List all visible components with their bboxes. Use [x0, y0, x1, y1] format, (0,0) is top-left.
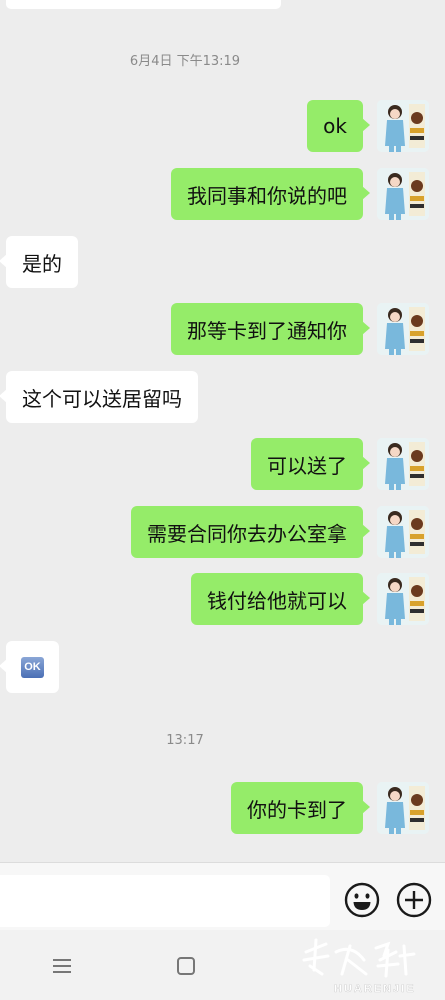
- timestamp: 13:17: [166, 733, 204, 748]
- message-input[interactable]: [0, 875, 330, 927]
- smiley-icon: [344, 882, 380, 918]
- message-text: 是的: [22, 251, 62, 276]
- chat-message-list[interactable]: 6月4日 下午13:19 ok 我同事和你说的吧 是的 那等卡到了通知你 这个可…: [0, 0, 445, 862]
- outgoing-message[interactable]: 那等卡到了通知你: [171, 303, 370, 355]
- user-avatar[interactable]: [377, 782, 429, 834]
- message-text: 这个可以送居留吗: [22, 386, 182, 411]
- input-bar: [0, 862, 445, 930]
- outgoing-message[interactable]: 钱付给他就可以: [191, 573, 370, 625]
- user-avatar[interactable]: [377, 573, 429, 625]
- partial-message-bubble: [6, 0, 281, 9]
- home-button[interactable]: [172, 952, 200, 980]
- more-button[interactable]: [395, 881, 433, 919]
- message-text: 需要合同你去办公室拿: [147, 521, 347, 546]
- user-avatar[interactable]: [377, 100, 429, 152]
- user-avatar[interactable]: [377, 303, 429, 355]
- outgoing-message[interactable]: 我同事和你说的吧: [171, 168, 370, 220]
- message-text: 我同事和你说的吧: [187, 183, 347, 208]
- incoming-message[interactable]: 这个可以送居留吗: [0, 371, 198, 423]
- watermark-text: HUARENJIE: [334, 983, 416, 995]
- incoming-message[interactable]: OK: [0, 641, 59, 693]
- user-avatar[interactable]: [377, 168, 429, 220]
- watermark-logo: HUARENJIE: [292, 930, 442, 1000]
- message-text: 可以送了: [267, 453, 347, 478]
- home-square-icon: [177, 957, 195, 975]
- message-text: 你的卡到了: [247, 797, 347, 822]
- message-text: 那等卡到了通知你: [187, 318, 347, 343]
- outgoing-message[interactable]: 可以送了: [251, 438, 370, 490]
- outgoing-message[interactable]: 需要合同你去办公室拿: [131, 506, 370, 558]
- emoji-button[interactable]: [343, 881, 381, 919]
- outgoing-message[interactable]: 你的卡到了: [231, 782, 370, 834]
- message-text: 钱付给他就可以: [207, 588, 347, 613]
- ok-button-emoji: OK: [21, 656, 44, 678]
- menu-button[interactable]: [48, 952, 76, 980]
- menu-icon: [53, 959, 71, 973]
- outgoing-message[interactable]: ok: [307, 100, 370, 152]
- message-text: ok: [323, 114, 347, 138]
- user-avatar[interactable]: [377, 506, 429, 558]
- incoming-message[interactable]: 是的: [0, 236, 78, 288]
- plus-circle-icon: [396, 882, 432, 918]
- user-avatar[interactable]: [377, 438, 429, 490]
- timestamp: 6月4日 下午13:19: [129, 54, 241, 69]
